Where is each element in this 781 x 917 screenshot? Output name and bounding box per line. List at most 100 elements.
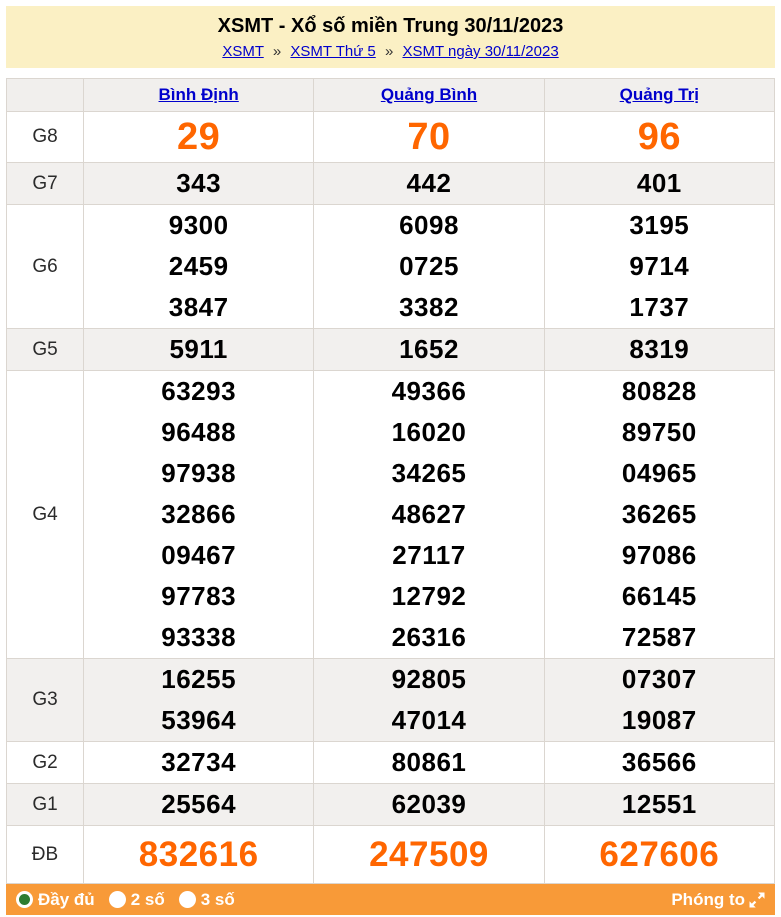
prize-number: 97938: [161, 458, 237, 488]
prize-number: 1737: [629, 292, 690, 322]
column-header-quang-tri: Quảng Trị: [543, 78, 776, 112]
prize-number: 29: [177, 116, 221, 158]
prize-number: 63293: [161, 376, 237, 406]
prize-number: 92805: [391, 664, 467, 694]
prize-number: 247509: [369, 835, 489, 874]
breadcrumb: XSMT » XSMT Thứ 5 » XSMT ngày 30/11/2023: [10, 43, 771, 60]
prize-label: G8: [6, 111, 84, 163]
prize-number: 19087: [621, 705, 697, 735]
prize-number: 70: [407, 116, 451, 158]
column-header-quang-binh: Quảng Bình: [313, 78, 545, 112]
prize-number: 12551: [621, 789, 697, 819]
prize-number: 343: [176, 168, 222, 198]
province-link-quang-binh[interactable]: Quảng Bình: [381, 85, 477, 104]
prize-label: G3: [6, 658, 84, 742]
radio-selected-icon[interactable]: [16, 891, 33, 908]
prize-number: 627606: [599, 835, 720, 874]
prize-numbers-cell: 96: [543, 111, 776, 163]
table-row: G3 16255 53964 92805 47014 07307 19087: [6, 658, 776, 742]
prize-number: 1652: [399, 334, 459, 364]
prize-numbers-cell: 29: [82, 111, 315, 163]
digit-filter-label: 2 số: [130, 889, 165, 909]
prize-number: 36265: [621, 499, 697, 529]
prize-label: ĐB: [6, 825, 84, 884]
zoom-button[interactable]: Phóng to: [671, 890, 767, 910]
prize-number: 3382: [399, 292, 459, 322]
prize-number: 93338: [161, 622, 237, 652]
prize-number: 96488: [161, 417, 237, 447]
results-table-wrap: Bình Định Quảng Bình Quảng Trị G8 29 70 96 G…: [6, 78, 776, 884]
display-options-bar: Đầy đủ 2 số 3 số Phóng to: [6, 884, 775, 915]
breadcrumb-link-xsmt-ngay[interactable]: XSMT ngày 30/11/2023: [402, 43, 558, 60]
table-row: G8 29 70 96: [6, 111, 776, 163]
table-row: G1 25564 62039 12551: [6, 783, 776, 826]
prize-number: 12792: [391, 581, 467, 611]
prize-numbers-cell: 70: [313, 111, 545, 163]
prize-number: 96: [637, 116, 681, 158]
breadcrumb-separator: »: [272, 43, 282, 60]
prize-number: 36566: [621, 747, 697, 777]
prize-number: 80861: [391, 747, 467, 777]
prize-numbers-cell: 63293 96488 97938 32866 09467 97783 93338: [82, 370, 315, 659]
prize-numbers-cell: 32734: [82, 741, 315, 784]
prize-label: G7: [6, 162, 84, 205]
breadcrumb-link-xsmt-thu-5[interactable]: XSMT Thứ 5: [290, 43, 375, 60]
prize-number: 04965: [621, 458, 697, 488]
prize-number: 3195: [629, 210, 690, 240]
column-header-binh-dinh: Bình Định: [82, 78, 315, 112]
prize-numbers-cell: 62039: [313, 783, 545, 826]
table-row: G2 32734 80861 36566: [6, 741, 776, 784]
prize-numbers-cell: 9300 2459 3847: [82, 204, 315, 329]
digit-filter-option[interactable]: Đầy đủ: [16, 890, 95, 910]
table-row: G4 63293 96488 97938 32866 09467 97783 93338 493…: [6, 370, 776, 659]
prize-number: 8319: [629, 334, 690, 364]
prize-numbers-cell: 25564: [82, 783, 315, 826]
prize-label: G6: [6, 204, 84, 329]
prize-label: G1: [6, 783, 84, 826]
prize-number: 16020: [391, 417, 467, 447]
results-table: Bình Định Quảng Bình Quảng Trị G8 29 70 96 G…: [6, 78, 776, 884]
prize-number: 62039: [391, 789, 467, 819]
digit-filter-label: Đầy đủ: [38, 889, 95, 909]
zoom-label: Phóng to: [671, 889, 745, 909]
province-link-quang-tri[interactable]: Quảng Trị: [620, 85, 699, 104]
prize-numbers-cell: 343: [82, 162, 315, 205]
prize-number: 9714: [629, 251, 690, 281]
prize-number: 80828: [621, 376, 697, 406]
prize-numbers-cell: 36566: [543, 741, 776, 784]
prize-number: 832616: [138, 835, 259, 874]
prize-number: 72587: [621, 622, 697, 652]
digit-filter-option[interactable]: 3 số: [178, 889, 235, 910]
prize-number: 5911: [169, 334, 228, 364]
prize-number: 27117: [392, 540, 466, 570]
prize-number: 09467: [161, 540, 237, 570]
table-row: G6 9300 2459 3847 6098 0725 3382 3195 9714 1737: [6, 204, 776, 329]
breadcrumb-link-xsmt[interactable]: XSMT: [222, 43, 263, 60]
digit-filter-option[interactable]: 2 số: [108, 889, 165, 910]
prize-number: 26316: [391, 622, 467, 652]
prize-numbers-cell: 92805 47014: [313, 658, 545, 742]
table-row: G5 5911 1652 8319: [6, 328, 776, 371]
digit-filter-label: 3 số: [200, 889, 235, 909]
prize-number: 48627: [391, 499, 467, 529]
table-row: ĐB 832616 247509 627606: [6, 825, 776, 884]
radio-icon[interactable]: [108, 891, 126, 908]
radio-icon[interactable]: [178, 891, 196, 908]
results-table-body: Bình Định Quảng Bình Quảng Trị G8 29 70 96 G…: [6, 78, 776, 884]
prize-numbers-cell: 627606: [543, 825, 776, 884]
prize-numbers-cell: 80828 89750 04965 36265 97086 66145 72587: [543, 370, 776, 659]
prize-numbers-cell: 6098 0725 3382: [313, 204, 545, 329]
prize-numbers-cell: 16255 53964: [82, 658, 315, 742]
prize-numbers-cell: 247509: [313, 825, 545, 884]
corner-cell: [6, 78, 84, 112]
prize-number: 9300: [168, 210, 229, 240]
prize-number: 442: [406, 168, 452, 198]
province-link-binh-dinh[interactable]: Bình Định: [159, 85, 239, 104]
table-header-row: Bình Định Quảng Bình Quảng Trị: [6, 78, 776, 112]
expand-icon: [749, 892, 765, 907]
prize-number: 49366: [391, 376, 467, 406]
prize-numbers-cell: 07307 19087: [543, 658, 776, 742]
prize-label: G5: [6, 328, 84, 371]
prize-number: 32734: [161, 747, 237, 777]
prize-number: 66145: [621, 581, 697, 611]
